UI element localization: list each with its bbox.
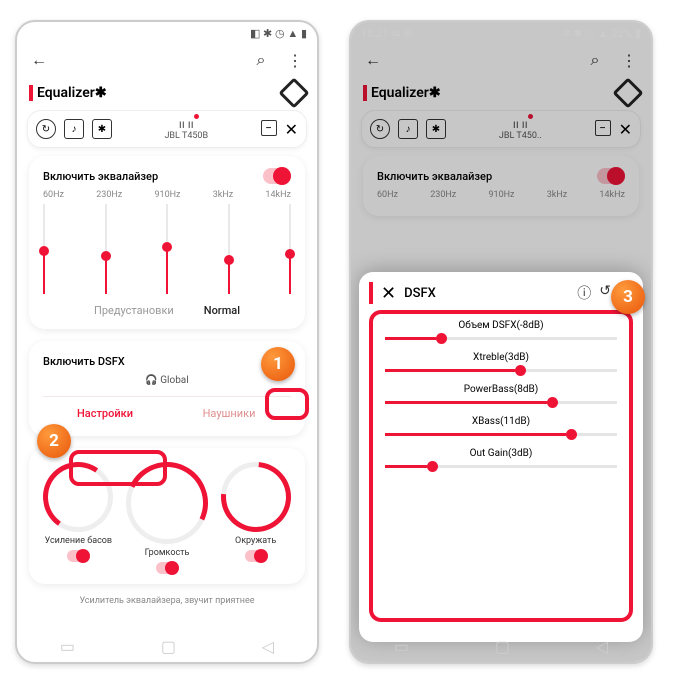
status-icons: ◧ ✱ ◷ ▲ ▮ (250, 27, 307, 40)
status-icons: ✲ ✱ ◷ ▲ (561, 27, 608, 40)
callout-3: 3 (611, 280, 645, 314)
eq-enable-label: Включить эквалайзер (377, 170, 492, 183)
status-time (27, 27, 30, 40)
bluetooth-icon[interactable]: ✱ (426, 119, 446, 139)
status-bar: ◧ ✱ ◷ ▲ ▮ (17, 22, 317, 42)
eq-toggle[interactable] (597, 168, 625, 184)
search-icon[interactable]: ⌕ (585, 50, 605, 70)
refresh-icon[interactable]: ↻ (370, 119, 390, 139)
highlight-toggle (265, 388, 309, 420)
param-row: Xtreble(3dB) (383, 352, 619, 372)
bass-toggle[interactable] (67, 550, 89, 562)
slider-outgain[interactable] (385, 465, 617, 468)
eq-sliders (43, 204, 291, 294)
eq-band-3[interactable] (166, 204, 168, 294)
back-icon[interactable]: ← (363, 50, 383, 70)
nav-home-icon[interactable]: ▢ (495, 637, 510, 656)
minimize-icon[interactable]: − (595, 120, 611, 136)
eq-card-bg: Включить эквалайзер 60Hz 230Hz 910Hz 3kH… (363, 156, 639, 216)
phone-left: ◧ ✱ ◷ ▲ ▮ ← ⌕ ⋮ Equalizer✱ ↻ ♪ ✱ ıı ıı J… (15, 20, 319, 664)
nav-bar: ▭ ▢ ◁ (17, 637, 317, 656)
eq-band-4[interactable] (228, 204, 230, 294)
status-time: 18:21 ⇆ ⊞ (361, 27, 412, 40)
surround-dial[interactable] (221, 462, 291, 532)
chipbar: ↻ ♪ ✱ ıı ıı JBL T450B − ✕ (27, 110, 307, 148)
app-title: Equalizer✱ (371, 85, 441, 101)
sheet-title: DSFX (404, 286, 569, 301)
callout-1: 1 (261, 347, 295, 381)
nav-back-icon[interactable]: ◁ (596, 637, 608, 656)
back-icon[interactable]: ← (29, 50, 49, 70)
param-row: Объем DSFX(-8dB) (383, 320, 619, 340)
param-row: Out Gain(3dB) (383, 448, 619, 468)
sheet-body: Объем DSFX(-8dB) Xtreble(3dB) PowerBass(… (369, 310, 633, 622)
more-icon[interactable]: ⋮ (285, 50, 305, 70)
headphones-icon: 🎧 (145, 375, 157, 386)
device-label: ıı ıı JBL T450B (112, 117, 261, 141)
freq-labels: 60Hz 230Hz 910Hz 3kHz 14kHz (377, 190, 625, 200)
app-title: Equalizer✱ (37, 85, 107, 101)
eq-enable-label: Включить эквалайзер (43, 170, 158, 183)
search-icon[interactable]: ⌕ (251, 50, 271, 70)
sheet-accent (369, 282, 373, 304)
info-icon[interactable]: ⓘ (577, 283, 591, 303)
eq-card: Включить эквалайзер 60Hz 230Hz 910Hz 3kH… (29, 156, 305, 329)
surround-toggle[interactable] (245, 550, 267, 562)
slider-powerbass[interactable] (385, 401, 617, 404)
eq-band-5[interactable] (289, 204, 291, 294)
more-icon[interactable]: ⋮ (619, 50, 639, 70)
preset-value[interactable]: Normal (204, 304, 240, 317)
dsfx-sheet: ✕ DSFX ⓘ ↺ ⋮ Объем DSFX(-8dB) Xtreble(3d… (359, 272, 643, 642)
close-icon[interactable]: ✕ (619, 120, 632, 139)
freq-labels: 60Hz 230Hz 910Hz 3kHz 14kHz (43, 190, 291, 200)
chipbar: ↻ ♪ ✱ ıı ıı JBL T450.. − ✕ (361, 110, 641, 148)
dsfx-enable-label: Включить DSFX (43, 355, 125, 368)
phone-right: 18:21 ⇆ ⊞ ✲ ✱ ◷ ▲ 22%▮ ← ⌕ ⋮ Equalizer✱ … (349, 20, 653, 664)
slider-xtreble[interactable] (385, 369, 617, 372)
highlight-settings (69, 450, 167, 486)
sheet-close-icon[interactable]: ✕ (381, 283, 396, 304)
nav-home-icon[interactable]: ▢ (161, 637, 176, 656)
minimize-icon[interactable]: − (261, 120, 277, 136)
settings-icon[interactable] (278, 77, 309, 108)
status-bar: 18:21 ⇆ ⊞ ✲ ✱ ◷ ▲ 22%▮ (351, 22, 651, 42)
topbar: ← ⌕ ⋮ (17, 42, 317, 78)
slider-xbass[interactable] (385, 433, 617, 436)
music-icon[interactable]: ♪ (398, 119, 418, 139)
nav-bar: ▭ ▢ ◁ (351, 637, 651, 656)
eq-toggle[interactable] (263, 168, 291, 184)
param-row: PowerBass(8dB) (383, 384, 619, 404)
refresh-icon[interactable]: ↻ (36, 119, 56, 139)
topbar: ← ⌕ ⋮ (351, 42, 651, 78)
bluetooth-icon[interactable]: ✱ (92, 119, 112, 139)
reset-icon[interactable]: ↺ (599, 283, 611, 303)
volume-toggle[interactable] (156, 562, 178, 574)
device-label: ıı ıı JBL T450.. (446, 117, 595, 141)
param-row: XBass(11dB) (383, 416, 619, 436)
eq-band-2[interactable] (105, 204, 107, 294)
footer-note: Усилитель эквалайзера, звучит приятнее (17, 596, 317, 606)
nav-recent-icon[interactable]: ▭ (60, 637, 75, 656)
close-icon[interactable]: ✕ (285, 120, 298, 139)
preset-label: Предустановки (94, 304, 174, 317)
music-icon[interactable]: ♪ (64, 119, 84, 139)
nav-back-icon[interactable]: ◁ (262, 637, 274, 656)
settings-icon[interactable] (612, 77, 643, 108)
slider-dsfx-volume[interactable] (385, 337, 617, 340)
nav-recent-icon[interactable]: ▭ (394, 637, 409, 656)
battery-label: 22% (612, 27, 632, 40)
dsfx-mode: 🎧 Global (43, 375, 291, 386)
callout-2: 2 (37, 424, 71, 458)
eq-band-1[interactable] (43, 204, 45, 294)
